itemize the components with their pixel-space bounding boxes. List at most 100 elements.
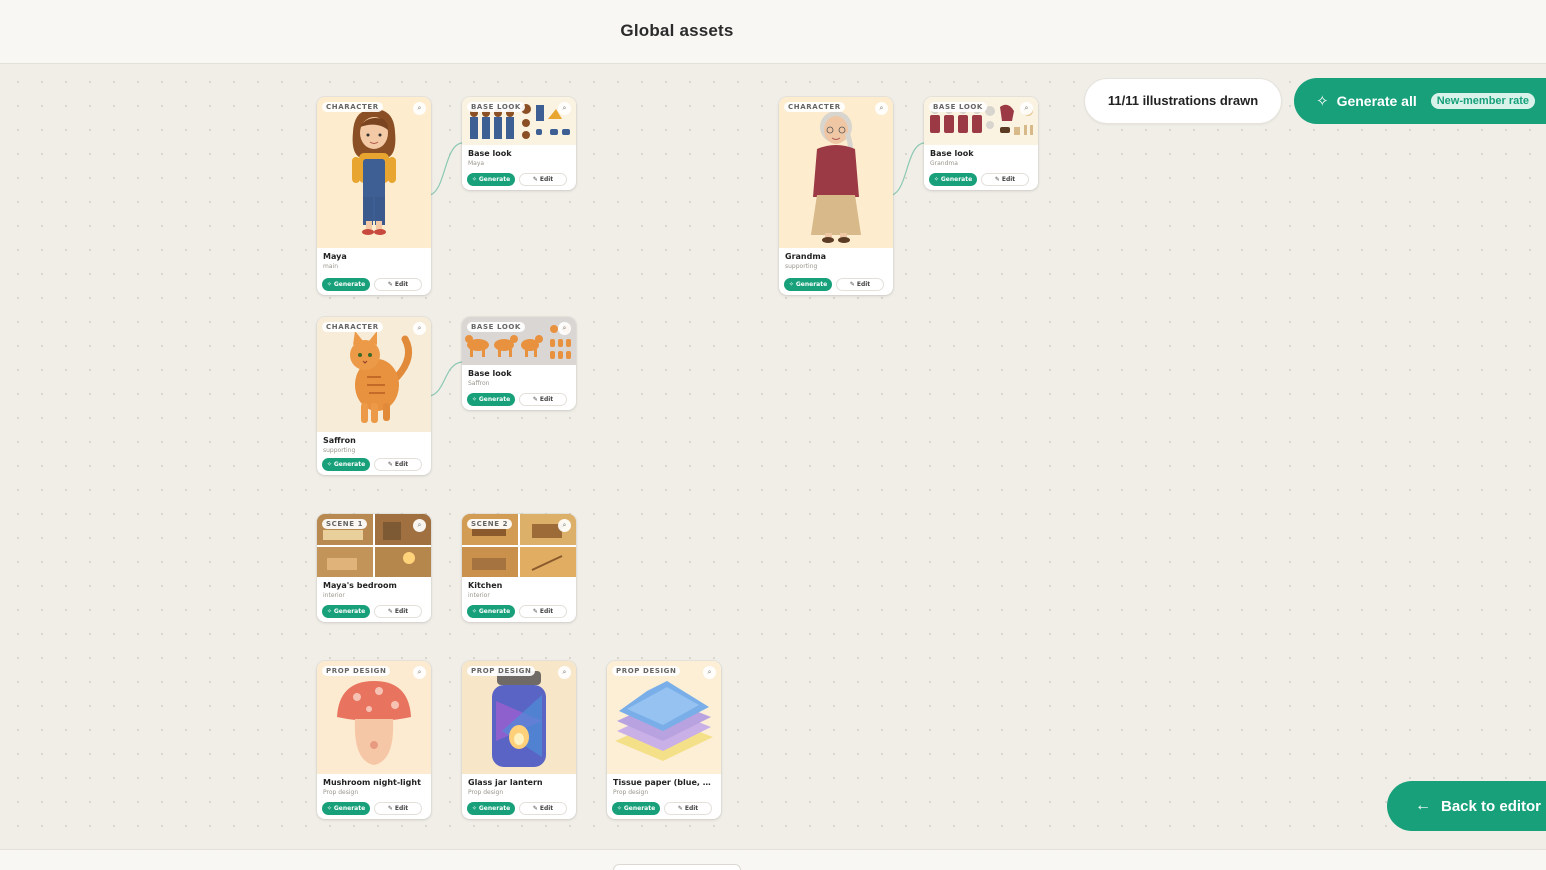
character-card-maya[interactable]: CHARACTER ⌕ Maya main ✧ Generate ✎ Edit (317, 97, 431, 295)
card-image[interactable]: CHARACTER ⌕ (317, 317, 431, 432)
card-tag: PROP DESIGN (612, 666, 681, 676)
edit-button[interactable]: ✎ Edit (981, 173, 1029, 186)
card-image[interactable]: PROP DESIGN ⌕ (607, 661, 721, 774)
sparkle-icon: ✧ (471, 608, 477, 615)
sparkle-icon: ✧ (326, 281, 332, 288)
card-image[interactable]: CHARACTER ⌕ (779, 97, 893, 248)
card-tag: BASE LOOK (467, 102, 525, 112)
card-image[interactable]: CHARACTER ⌕ (317, 97, 431, 248)
pencil-icon: ✎ (532, 608, 538, 615)
card-role: Grandma (930, 160, 958, 167)
zoom-icon[interactable]: ⌕ (558, 519, 571, 532)
card-tag: SCENE 1 (322, 519, 368, 529)
edit-button[interactable]: ✎ Edit (519, 393, 567, 406)
prop-card-mushroom[interactable]: PROP DESIGN ⌕ Mushroom night-light Prop … (317, 661, 431, 819)
scene-card-kitchen[interactable]: SCENE 2 ⌕ Kitchen interior ✧ Generate ✎ Ed… (462, 514, 576, 622)
generate-button[interactable]: ✧ Generate (467, 605, 515, 618)
pencil-icon: ✎ (849, 281, 855, 288)
card-tag: BASE LOOK (467, 322, 525, 332)
card-name: Kitchen (468, 581, 503, 590)
edit-button[interactable]: ✎ Edit (519, 605, 567, 618)
grandma-illustration (811, 111, 861, 243)
card-image[interactable]: PROP DESIGN ⌕ (462, 661, 576, 774)
generate-button[interactable]: ✧ Generate (322, 278, 370, 291)
edit-button[interactable]: ✎ Edit (664, 802, 712, 815)
card-name: Grandma (785, 252, 827, 261)
prop-card-tissue-paper[interactable]: PROP DESIGN ⌕ Tissue paper (blue, pur...… (607, 661, 721, 819)
pencil-icon: ✎ (532, 176, 538, 183)
edit-button[interactable]: ✎ Edit (374, 802, 422, 815)
prop-card-lantern[interactable]: PROP DESIGN ⌕ Glass jar lantern Prop des… (462, 661, 576, 819)
sparkle-icon: ✧ (471, 805, 477, 812)
generate-button[interactable]: ✧ Generate (322, 458, 370, 471)
card-name: Maya (323, 252, 347, 261)
card-role: main (323, 263, 338, 270)
edit-button[interactable]: ✎ Edit (836, 278, 884, 291)
card-name: Base look (468, 149, 512, 158)
zoom-icon[interactable]: ⌕ (875, 102, 888, 115)
back-to-editor-button[interactable]: ← Back to editor (1387, 781, 1546, 831)
pencil-icon: ✎ (387, 461, 393, 468)
card-image[interactable]: SCENE 2 ⌕ (462, 514, 576, 577)
generate-button[interactable]: ✧ Generate (322, 605, 370, 618)
card-image[interactable]: BASE LOOK ⌕ (924, 97, 1038, 145)
edit-button[interactable]: ✎ Edit (374, 278, 422, 291)
generate-button[interactable]: ✧ Generate (467, 393, 515, 406)
card-role: Saffron (468, 380, 490, 387)
base-look-card-grandma[interactable]: BASE LOOK ⌕ Base look Grandma ✧ Generate … (924, 97, 1038, 190)
maya-illustration (352, 109, 396, 235)
generate-button[interactable]: ✧ Generate (784, 278, 832, 291)
generate-button[interactable]: ✧ Generate (612, 802, 660, 815)
card-tag: SCENE 2 (467, 519, 513, 529)
card-tag: PROP DESIGN (467, 666, 536, 676)
glass-jar-lantern-illustration (492, 671, 546, 767)
card-name: Tissue paper (blue, pur... (613, 778, 716, 787)
sparkle-icon: ✧ (471, 176, 477, 183)
zoom-icon[interactable]: ⌕ (413, 322, 426, 335)
new-member-rate-badge: New-member rate (1430, 93, 1536, 109)
pencil-icon: ✎ (387, 281, 393, 288)
generate-button[interactable]: ✧ Generate (322, 802, 370, 815)
zoom-icon[interactable]: ⌕ (413, 519, 426, 532)
character-card-grandma[interactable]: CHARACTER ⌕ Grandma supporting ✧ Generate… (779, 97, 893, 295)
zoom-icon[interactable]: ⌕ (558, 102, 571, 115)
zoom-icon[interactable]: ⌕ (558, 322, 571, 335)
edit-button[interactable]: ✎ Edit (519, 802, 567, 815)
pencil-icon: ✎ (532, 805, 538, 812)
generate-button[interactable]: ✧ Generate (467, 802, 515, 815)
generate-button[interactable]: ✧ Generate (467, 173, 515, 186)
illustration-count-badge: 11/11 illustrations drawn (1084, 78, 1282, 124)
base-look-card-maya[interactable]: BASE LOOK ⌕ Base look Maya ✧ Generate ✎ Ed… (462, 97, 576, 190)
card-image[interactable]: BASE LOOK ⌕ (462, 97, 576, 145)
edit-button[interactable]: ✎ Edit (374, 605, 422, 618)
generate-all-button[interactable]: ✧ Generate all New-member rate (1294, 78, 1546, 124)
back-to-editor-label: Back to editor (1441, 797, 1542, 815)
edit-button[interactable]: ✎ Edit (374, 458, 422, 471)
scene-card-bedroom[interactable]: SCENE 1 ⌕ Maya's bedroom interior ✧ Gener… (317, 514, 431, 622)
card-name: Base look (930, 149, 974, 158)
card-image[interactable]: BASE LOOK ⌕ (462, 317, 576, 365)
bottom-bar (0, 849, 1546, 870)
zoom-icon[interactable]: ⌕ (413, 666, 426, 679)
edit-button[interactable]: ✎ Edit (519, 173, 567, 186)
bottom-tab[interactable] (613, 864, 741, 870)
card-name: Mushroom night-light (323, 778, 421, 787)
top-bar: Global assets (0, 0, 1546, 64)
base-look-card-saffron[interactable]: BASE LOOK ⌕ Base look Saffron ✧ Generate … (462, 317, 576, 410)
card-image[interactable]: SCENE 1 ⌕ (317, 514, 431, 577)
zoom-icon[interactable]: ⌕ (1020, 102, 1033, 115)
zoom-icon[interactable]: ⌕ (703, 666, 716, 679)
zoom-icon[interactable]: ⌕ (558, 666, 571, 679)
zoom-icon[interactable]: ⌕ (413, 102, 426, 115)
card-role: Prop design (468, 789, 504, 796)
card-role: supporting (323, 447, 356, 454)
card-name: Glass jar lantern (468, 778, 543, 787)
card-image[interactable]: PROP DESIGN ⌕ (317, 661, 431, 774)
sparkle-icon: ✧ (788, 281, 794, 288)
pencil-icon: ✎ (677, 805, 683, 812)
character-card-saffron[interactable]: CHARACTER ⌕ Saffron supporting ✧ Generate… (317, 317, 431, 475)
asset-canvas[interactable] (0, 64, 1546, 849)
generate-button[interactable]: ✧ Generate (929, 173, 977, 186)
sparkle-icon: ✧ (326, 461, 332, 468)
sparkle-icon: ✧ (471, 396, 477, 403)
